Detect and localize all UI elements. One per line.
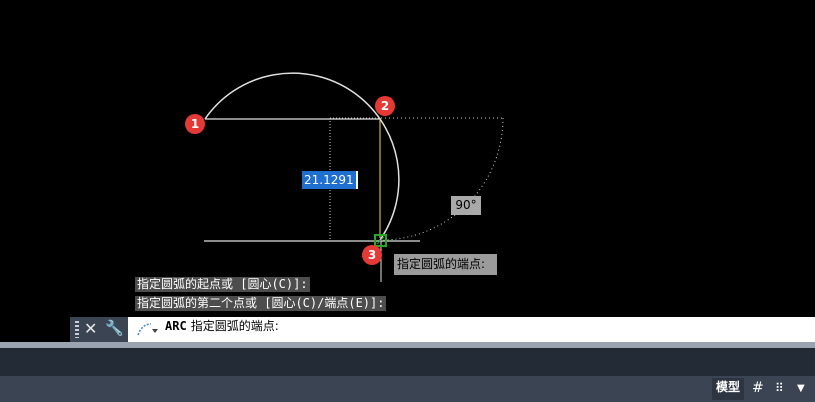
status-bar: 模型 # ⠿ ▼ bbox=[0, 376, 815, 402]
wrench-icon[interactable]: 🔧 bbox=[105, 319, 124, 337]
dropdown-icon[interactable]: ▼ bbox=[797, 383, 805, 394]
point-marker-2: 2 bbox=[375, 96, 395, 116]
arc-curve bbox=[204, 72, 400, 241]
grid-icon[interactable]: # bbox=[752, 380, 764, 396]
close-icon[interactable]: ✕ bbox=[84, 319, 97, 338]
model-space-button[interactable]: 模型 bbox=[712, 378, 745, 400]
angle-tooltip: 90° bbox=[451, 196, 481, 215]
command-name: ARC bbox=[165, 319, 187, 333]
command-history-line-1: 指定圆弧的起点或 [圆心(C)]: bbox=[135, 277, 310, 292]
layout-area bbox=[0, 348, 815, 376]
command-line-handle: ✕ 🔧 bbox=[70, 317, 128, 342]
cursor-prompt-tooltip: 指定圆弧的端点: bbox=[394, 254, 497, 275]
command-line[interactable]: ✕ 🔧 ARC 指定圆弧的端点: bbox=[70, 317, 815, 342]
command-input[interactable]: ARC 指定圆弧的端点: bbox=[165, 317, 279, 342]
snap-icon[interactable]: ⠿ bbox=[775, 381, 784, 395]
grip-handle-icon[interactable] bbox=[75, 321, 79, 338]
point-marker-1: 1 bbox=[185, 114, 205, 134]
command-history-line-2: 指定圆弧的第二个点或 [圆心(C)/端点(E)]: bbox=[135, 296, 387, 311]
command-prompt: 指定圆弧的端点: bbox=[190, 319, 279, 333]
arc-command-icon[interactable] bbox=[136, 321, 158, 338]
dynamic-input-field[interactable]: 21.1291 bbox=[302, 171, 358, 189]
point-marker-3: 3 bbox=[362, 245, 382, 265]
dimension-value: 21.1291 bbox=[302, 171, 356, 189]
